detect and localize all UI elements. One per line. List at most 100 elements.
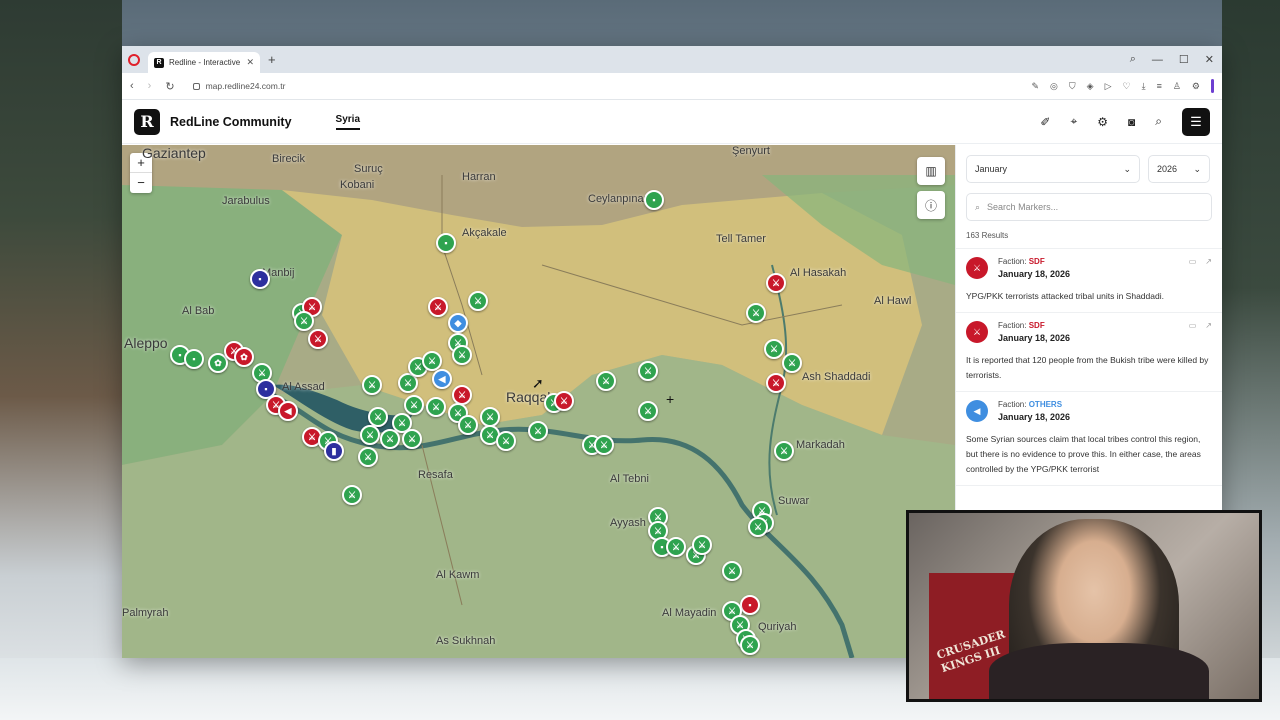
map-marker[interactable]: ⚔ xyxy=(404,395,424,415)
map-marker[interactable]: ⚔ xyxy=(766,273,786,293)
easy-setup-icon[interactable]: ≡ xyxy=(1157,81,1162,91)
place-label: Ceylanpınar xyxy=(588,193,648,205)
map-marker[interactable]: ⚔ xyxy=(596,371,616,391)
map-marker[interactable]: ⚔ xyxy=(342,485,362,505)
site-name[interactable]: RedLine Community xyxy=(170,115,292,129)
tab-strip: R Redline - Interactive Strat ✕ + ⌕ — ☐ … xyxy=(122,46,1222,73)
pen-tag-icon[interactable]: ✐ xyxy=(1040,115,1050,129)
edit-icon[interactable]: ✎ xyxy=(1032,81,1040,92)
map-marker[interactable]: ◀ xyxy=(278,401,298,421)
external-link-icon[interactable]: ↗ xyxy=(1205,321,1212,330)
video-icon[interactable]: ▭ xyxy=(1189,257,1197,266)
close-window-icon[interactable]: ✕ xyxy=(1205,53,1214,66)
shield-icon[interactable]: ⛉ xyxy=(1069,81,1076,92)
feed-item[interactable]: ⚔ Faction: SDF January 18, 2026 ▭ ↗ YPG/… xyxy=(956,249,1222,313)
snapshot-icon[interactable]: ◎ xyxy=(1050,81,1058,92)
map-marker[interactable]: ⚔ xyxy=(638,401,658,421)
zoom-out-button[interactable]: − xyxy=(130,173,152,193)
minimize-icon[interactable]: — xyxy=(1152,54,1163,66)
month-select[interactable]: January ⌄ xyxy=(966,155,1140,183)
map-marker[interactable]: ⚔ xyxy=(496,431,516,451)
map-marker[interactable]: ⚔ xyxy=(308,329,328,349)
info-button[interactable]: ⓘ xyxy=(917,191,945,219)
video-icon[interactable]: ▭ xyxy=(1189,321,1197,330)
settings-icon[interactable]: ⚙ xyxy=(1192,81,1200,92)
settings-gear-icon[interactable]: ⚙ xyxy=(1097,115,1108,129)
browser-tab[interactable]: R Redline - Interactive Strat ✕ xyxy=(148,52,260,73)
map-marker[interactable]: ⚔ xyxy=(360,425,380,445)
map-marker[interactable]: ⚔ xyxy=(480,407,500,427)
map-marker[interactable]: ⚔ xyxy=(452,345,472,365)
map-marker[interactable]: ◀ xyxy=(432,369,452,389)
place-label: Quriyah xyxy=(758,621,797,633)
new-tab-icon[interactable]: + xyxy=(268,52,276,67)
browser-search-icon[interactable]: ⌕ xyxy=(1130,53,1136,66)
map-marker[interactable]: ▪ xyxy=(644,190,664,210)
site-logo[interactable]: R xyxy=(134,108,160,135)
reload-icon[interactable]: ↻ xyxy=(165,80,174,93)
tab-close-icon[interactable]: ✕ xyxy=(246,57,254,68)
map-marker[interactable]: ⚔ xyxy=(782,353,802,373)
account-icon[interactable]: ♙ xyxy=(1173,81,1181,92)
feed-text: YPG/PKK terrorists attacked tribal units… xyxy=(966,291,1164,301)
maximize-icon[interactable]: ☐ xyxy=(1179,53,1189,66)
map-marker[interactable]: ⚔ xyxy=(362,375,382,395)
feed-date: January 18, 2026 xyxy=(998,412,1071,422)
feed-item[interactable]: ⚔ Faction: SDF January 18, 2026 ▭ ↗ It i… xyxy=(956,313,1222,392)
map-marker[interactable]: ⚔ xyxy=(294,311,314,331)
back-icon[interactable]: ‹ xyxy=(130,80,134,92)
map-marker[interactable]: ⚔ xyxy=(748,517,768,537)
map-marker[interactable]: ▪ xyxy=(436,233,456,253)
marker-search-input[interactable]: ⌕ Search Markers... xyxy=(966,193,1212,221)
camera-icon[interactable]: ◙ xyxy=(1128,115,1135,129)
vpn-icon[interactable]: ◈ xyxy=(1087,81,1094,92)
download-icon[interactable]: ⤓ xyxy=(1142,81,1146,92)
play-icon[interactable]: ▷ xyxy=(1105,81,1112,92)
map-marker[interactable]: ⚔ xyxy=(666,537,686,557)
map-marker[interactable]: ⚔ xyxy=(638,361,658,381)
map-marker[interactable]: ▪ xyxy=(250,269,270,289)
map-marker[interactable]: ▮ xyxy=(324,441,344,461)
nav-tab-syria[interactable]: Syria xyxy=(335,114,361,130)
place-label: Tell Tamer xyxy=(716,233,766,245)
map-marker[interactable]: ⚔ xyxy=(380,429,400,449)
map-marker[interactable]: ◆ xyxy=(448,313,468,333)
menu-button[interactable]: ☰ xyxy=(1182,107,1210,136)
map-marker[interactable]: ▪ xyxy=(184,349,204,369)
map-marker[interactable]: ⚔ xyxy=(594,435,614,455)
webcam-sweater xyxy=(989,643,1209,699)
map-marker[interactable]: ⚔ xyxy=(528,421,548,441)
map-marker[interactable]: ⚔ xyxy=(774,441,794,461)
map-marker[interactable]: ⚔ xyxy=(422,351,442,371)
map-marker[interactable]: ⚔ xyxy=(746,303,766,323)
map-marker[interactable]: ⚔ xyxy=(692,535,712,555)
external-link-icon[interactable]: ↗ xyxy=(1205,257,1212,266)
location-pin-icon[interactable]: ⌖ xyxy=(1070,114,1077,129)
map-marker[interactable]: ⚔ xyxy=(358,447,378,467)
map-marker[interactable]: ⚔ xyxy=(554,391,574,411)
feed-item[interactable]: ◀ Faction: OTHERS January 18, 2026 Some … xyxy=(956,392,1222,486)
map-marker[interactable]: ✿ xyxy=(234,347,254,367)
map-marker[interactable]: ▪ xyxy=(740,595,760,615)
map-view[interactable]: + − ▥ ⓘ Gaziantep Birecik Suruç Kobani H… xyxy=(122,145,955,658)
map-marker[interactable]: ⚔ xyxy=(368,407,388,427)
map-marker[interactable]: ⚔ xyxy=(740,635,760,655)
map-marker[interactable]: ⚔ xyxy=(426,397,446,417)
map-marker[interactable]: ⚔ xyxy=(428,297,448,317)
map-marker[interactable]: ⚔ xyxy=(468,291,488,311)
map-marker[interactable]: ⚔ xyxy=(458,415,478,435)
heart-icon[interactable]: ♡ xyxy=(1123,81,1131,92)
year-select[interactable]: 2026 ⌄ xyxy=(1148,155,1210,183)
others-faction-icon: ◀ xyxy=(966,400,988,422)
map-layers-button[interactable]: ▥ xyxy=(917,157,945,185)
search-icon[interactable]: ⌕ xyxy=(1155,114,1162,129)
map-marker[interactable]: ⚔ xyxy=(402,429,422,449)
forward-icon[interactable]: › xyxy=(148,80,152,92)
url-field[interactable]: map.redline24.com.tr xyxy=(192,81,286,91)
map-marker[interactable]: ⚔ xyxy=(764,339,784,359)
map-marker[interactable]: ⚔ xyxy=(766,373,786,393)
url-text: map.redline24.com.tr xyxy=(205,81,286,91)
browser-logo-icon[interactable] xyxy=(128,53,140,66)
map-marker[interactable]: ⚔ xyxy=(722,561,742,581)
map-marker[interactable]: ⚔ xyxy=(452,385,472,405)
